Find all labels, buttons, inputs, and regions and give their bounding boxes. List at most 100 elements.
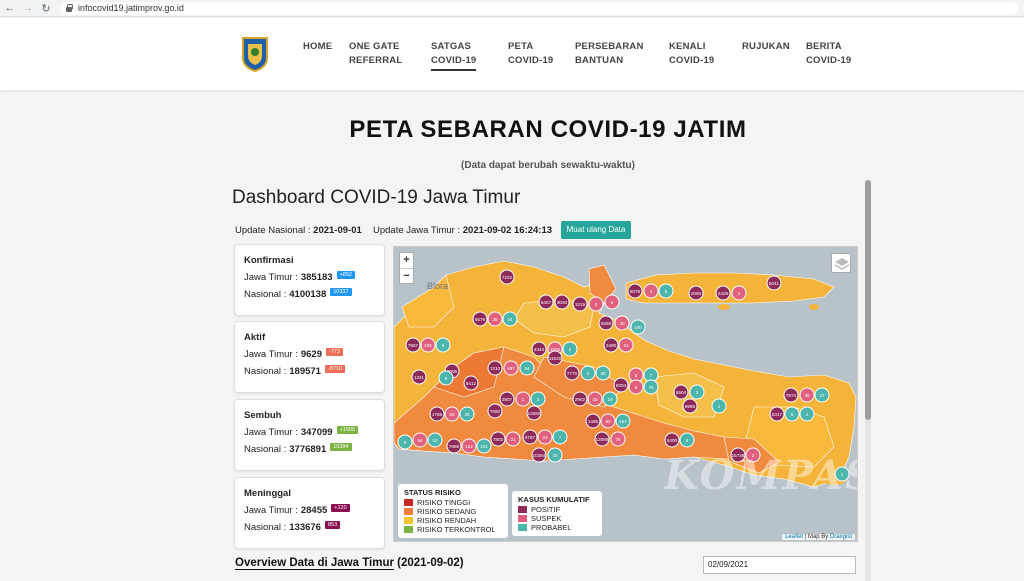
case-marker[interactable]: 122 (461, 438, 477, 454)
reload-icon[interactable]: ↻ (38, 2, 54, 15)
case-marker[interactable]: 2 (562, 341, 578, 357)
case-marker[interactable]: 24 (502, 311, 518, 327)
case-marker[interactable]: 6457 (538, 294, 554, 310)
case-marker[interactable]: 1211 (411, 369, 427, 385)
case-marker[interactable]: 6 (435, 337, 451, 353)
case-marker[interactable]: 2 (588, 296, 604, 312)
case-marker[interactable]: 4343 (531, 341, 547, 357)
case-marker[interactable]: 101 (476, 438, 492, 454)
case-marker[interactable]: 1 (643, 283, 659, 299)
case-marker[interactable]: 2902 (572, 391, 588, 407)
case-marker[interactable]: 54 (519, 360, 535, 376)
case-marker[interactable]: 13550 (526, 405, 542, 421)
case-marker[interactable]: 1495 (585, 413, 601, 429)
case-marker[interactable]: 8 (679, 432, 695, 448)
case-marker[interactable]: 3 (689, 384, 705, 400)
case-marker[interactable]: 93 (600, 413, 616, 429)
nav-item-persebaran-bantuan[interactable]: PERSEBARAN BANTUAN (575, 40, 644, 68)
case-marker[interactable]: 1 (515, 391, 531, 407)
case-marker[interactable]: 7802 (490, 431, 506, 447)
scrollbar-thumb[interactable] (865, 180, 871, 420)
case-marker[interactable]: 2 (580, 365, 596, 381)
covid-map[interactable]: 7222 6457 3030 1315 2 6 6078 1 5 2065 2429 1 5041 657… (393, 246, 858, 542)
case-marker[interactable]: 1 (711, 398, 727, 414)
case-marker[interactable]: 5 (658, 283, 674, 299)
case-marker[interactable]: 6 (628, 379, 644, 395)
case-marker[interactable]: 21 (505, 431, 521, 447)
case-marker[interactable]: 7222 (499, 269, 515, 285)
case-marker[interactable]: 10 (427, 432, 443, 448)
case-marker[interactable]: 3907 (499, 391, 515, 407)
reload-data-button[interactable]: Muat ulang Data (561, 221, 631, 239)
case-marker[interactable]: 5 (784, 406, 800, 422)
case-marker[interactable]: 1 (731, 285, 747, 301)
case-marker[interactable]: 21 (618, 337, 634, 353)
case-marker[interactable]: 11020 (547, 350, 563, 366)
case-marker[interactable]: 40 (614, 315, 630, 331)
leaflet-link[interactable]: Leaflet (785, 534, 803, 540)
case-marker[interactable]: 30 (595, 365, 611, 381)
case-marker[interactable]: 5317 (769, 406, 785, 422)
layers-button[interactable] (831, 253, 851, 273)
case-marker[interactable]: 83 (444, 406, 460, 422)
nav-item-berita-covid-19[interactable]: BERITA COVID-19 (806, 40, 851, 68)
case-marker[interactable]: 7060 (487, 403, 503, 419)
case-marker[interactable]: 8995 (682, 398, 698, 414)
case-marker[interactable]: 157 (615, 413, 631, 429)
case-marker[interactable]: 64 (412, 432, 428, 448)
case-marker[interactable]: 6579 (472, 311, 488, 327)
case-marker[interactable]: 2065 (688, 285, 704, 301)
back-icon[interactable]: ← (2, 2, 18, 14)
case-marker[interactable]: 3030 (554, 294, 570, 310)
zoom-out-button[interactable]: − (400, 268, 413, 283)
case-marker[interactable]: 36 (799, 387, 815, 403)
case-marker[interactable]: 19 (602, 391, 618, 407)
jatim-logo[interactable] (240, 36, 270, 72)
nav-item-satgas-covid-19[interactable]: SATGAS COVID-19 (431, 40, 477, 71)
case-marker[interactable]: 597 (503, 360, 519, 376)
draxgist-link[interactable]: Draxgist (830, 534, 852, 540)
case-marker[interactable]: 7 (552, 429, 568, 445)
case-marker[interactable]: 2400 (603, 337, 619, 353)
case-marker[interactable]: 1210 (487, 360, 503, 376)
case-marker[interactable]: 7974 (783, 387, 799, 403)
nav-item-rujukan[interactable]: RUJUKAN (742, 40, 790, 54)
case-marker[interactable]: 13086 (594, 431, 610, 447)
case-marker[interactable]: 6 (604, 294, 620, 310)
address-bar[interactable]: infocovid19.jatimprov.go.id (60, 1, 1018, 15)
case-marker[interactable]: 10384 (531, 447, 547, 463)
nav-item-peta-covid-19[interactable]: PETA COVID-19 (508, 40, 553, 68)
case-marker[interactable]: 5041 (766, 275, 782, 291)
case-marker[interactable]: 105 (420, 337, 436, 353)
case-marker[interactable]: 1315 (572, 296, 588, 312)
case-marker[interactable]: 3 (530, 391, 546, 407)
case-marker[interactable]: 8412 (463, 375, 479, 391)
case-marker[interactable]: 5558 (598, 315, 614, 331)
case-marker[interactable]: 1 (799, 406, 815, 422)
case-marker[interactable]: 6787 (522, 429, 538, 445)
case-marker[interactable]: 35 (487, 311, 503, 327)
case-marker[interactable]: 26 (459, 406, 475, 422)
case-marker[interactable]: 7857 (405, 337, 421, 353)
case-marker[interactable]: 8304 (613, 377, 629, 393)
nav-item-kenali-covid-19[interactable]: KENALI COVID-19 (669, 40, 714, 68)
case-marker[interactable]: 7770 (564, 365, 580, 381)
forward-icon[interactable]: → (20, 2, 36, 14)
case-marker[interactable]: 100 (630, 319, 646, 335)
nav-item-one-gate-referral[interactable]: ONE GATE REFERRAL (349, 40, 402, 68)
case-marker[interactable]: 6504 (673, 384, 689, 400)
case-marker[interactable]: 7888 (446, 438, 462, 454)
case-marker[interactable]: 78 (610, 431, 626, 447)
zoom-in-button[interactable]: + (400, 253, 413, 268)
case-marker[interactable]: 79 (643, 379, 659, 395)
case-marker[interactable]: 27 (814, 387, 830, 403)
case-marker[interactable]: 6 (397, 434, 413, 450)
nav-item-home[interactable]: HOME (303, 40, 332, 54)
case-marker[interactable]: 6078 (627, 283, 643, 299)
case-marker[interactable]: 33 (587, 391, 603, 407)
case-marker[interactable]: 5 (438, 370, 454, 386)
case-marker[interactable]: 23 (537, 429, 553, 445)
case-marker[interactable]: 8400 (664, 432, 680, 448)
case-marker[interactable]: 15 (547, 447, 563, 463)
case-marker[interactable]: 2429 (715, 285, 731, 301)
